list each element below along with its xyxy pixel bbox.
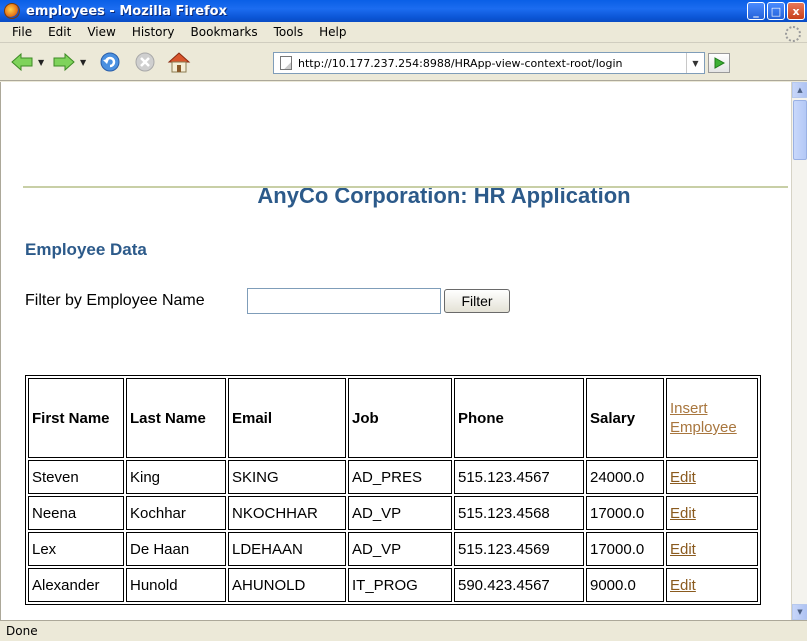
cell-email: AHUNOLD: [228, 568, 346, 602]
edit-link[interactable]: Edit: [670, 469, 696, 486]
cell-last-name: Hunold: [126, 568, 226, 602]
header-insert-employee: Insert Employee: [666, 378, 758, 458]
header-email: Email: [228, 378, 346, 458]
page-content: AnyCo Corporation: HR Application Employ…: [0, 82, 791, 620]
cell-salary: 17000.0: [586, 532, 664, 566]
navigation-toolbar: ▼ ▼ http://10.177.237.254:8988/HRApp-vie…: [0, 43, 807, 81]
section-heading: Employee Data: [25, 240, 147, 259]
url-bar[interactable]: http://10.177.237.254:8988/HRApp-view-co…: [273, 52, 705, 74]
cell-phone: 515.123.4568: [454, 496, 584, 530]
reload-icon[interactable]: [98, 51, 122, 73]
cell-first-name: Neena: [28, 496, 124, 530]
back-dropdown-icon[interactable]: ▼: [38, 58, 46, 67]
cell-first-name: Lex: [28, 532, 124, 566]
header-phone: Phone: [454, 378, 584, 458]
employee-table: First Name Last Name Email Job Phone Sal…: [25, 375, 761, 605]
cell-salary: 17000.0: [586, 496, 664, 530]
cell-email: NKOCHHAR: [228, 496, 346, 530]
window-titlebar[interactable]: employees - Mozilla Firefox _ □ x: [0, 0, 807, 22]
insert-employee-link[interactable]: Insert Employee: [670, 400, 737, 436]
maximize-button[interactable]: □: [767, 2, 785, 20]
header-first-name: First Name: [28, 378, 124, 458]
table-row: Steven King SKING AD_PRES 515.123.4567 2…: [28, 460, 758, 494]
cell-job: IT_PROG: [348, 568, 452, 602]
cell-email: SKING: [228, 460, 346, 494]
cell-action: Edit: [666, 568, 758, 602]
status-text: Done: [6, 624, 38, 638]
url-input[interactable]: http://10.177.237.254:8988/HRApp-view-co…: [298, 57, 686, 70]
throbber-icon: [785, 26, 801, 42]
cell-action: Edit: [666, 460, 758, 494]
forward-dropdown-icon[interactable]: ▼: [80, 58, 88, 67]
cell-salary: 24000.0: [586, 460, 664, 494]
edit-link[interactable]: Edit: [670, 505, 696, 522]
cell-phone: 515.123.4569: [454, 532, 584, 566]
forward-icon[interactable]: [52, 51, 76, 73]
filter-input[interactable]: [247, 288, 441, 314]
menu-tools[interactable]: Tools: [266, 25, 312, 39]
cell-last-name: De Haan: [126, 532, 226, 566]
menu-help[interactable]: Help: [311, 25, 354, 39]
scroll-thumb[interactable]: [793, 100, 807, 160]
scroll-down-icon[interactable]: ▼: [792, 604, 807, 620]
scroll-up-icon[interactable]: ▲: [792, 82, 807, 98]
edit-link[interactable]: Edit: [670, 541, 696, 558]
cell-salary: 9000.0: [586, 568, 664, 602]
filter-button[interactable]: Filter: [444, 289, 510, 313]
cell-email: LDEHAAN: [228, 532, 346, 566]
minimize-button[interactable]: _: [747, 2, 765, 20]
stop-icon[interactable]: [133, 51, 157, 73]
go-icon: [714, 57, 725, 69]
cell-last-name: King: [126, 460, 226, 494]
filter-label: Filter by Employee Name: [25, 292, 205, 309]
menu-view[interactable]: View: [79, 25, 123, 39]
vertical-scrollbar[interactable]: ▲ ▼: [791, 82, 807, 620]
menu-file[interactable]: File: [4, 25, 40, 39]
edit-link[interactable]: Edit: [670, 577, 696, 594]
table-row: Lex De Haan LDEHAAN AD_VP 515.123.4569 1…: [28, 532, 758, 566]
table-header-row: First Name Last Name Email Job Phone Sal…: [28, 378, 758, 458]
back-icon[interactable]: [10, 51, 34, 73]
firefox-logo-icon: [4, 3, 20, 19]
header-job: Job: [348, 378, 452, 458]
go-button[interactable]: [708, 53, 730, 73]
cell-phone: 515.123.4567: [454, 460, 584, 494]
window-controls: _ □ x: [747, 2, 805, 20]
status-bar: Done: [0, 620, 807, 641]
url-dropdown-icon[interactable]: ▼: [686, 53, 704, 73]
cell-action: Edit: [666, 496, 758, 530]
menu-bar: File Edit View History Bookmarks Tools H…: [0, 22, 807, 43]
window-title: employees - Mozilla Firefox: [26, 3, 227, 19]
header-salary: Salary: [586, 378, 664, 458]
cell-job: AD_VP: [348, 532, 452, 566]
menu-history[interactable]: History: [124, 25, 183, 39]
cell-action: Edit: [666, 532, 758, 566]
menu-bookmarks[interactable]: Bookmarks: [183, 25, 266, 39]
cell-job: AD_VP: [348, 496, 452, 530]
table-row: Neena Kochhar NKOCHHAR AD_VP 515.123.456…: [28, 496, 758, 530]
cell-last-name: Kochhar: [126, 496, 226, 530]
title-divider: [23, 186, 788, 188]
close-button[interactable]: x: [787, 2, 805, 20]
home-icon[interactable]: [167, 51, 191, 73]
cell-job: AD_PRES: [348, 460, 452, 494]
header-last-name: Last Name: [126, 378, 226, 458]
table-row: Alexander Hunold AHUNOLD IT_PROG 590.423…: [28, 568, 758, 602]
cell-phone: 590.423.4567: [454, 568, 584, 602]
cell-first-name: Steven: [28, 460, 124, 494]
menu-edit[interactable]: Edit: [40, 25, 79, 39]
page-icon: [280, 56, 292, 70]
cell-first-name: Alexander: [28, 568, 124, 602]
